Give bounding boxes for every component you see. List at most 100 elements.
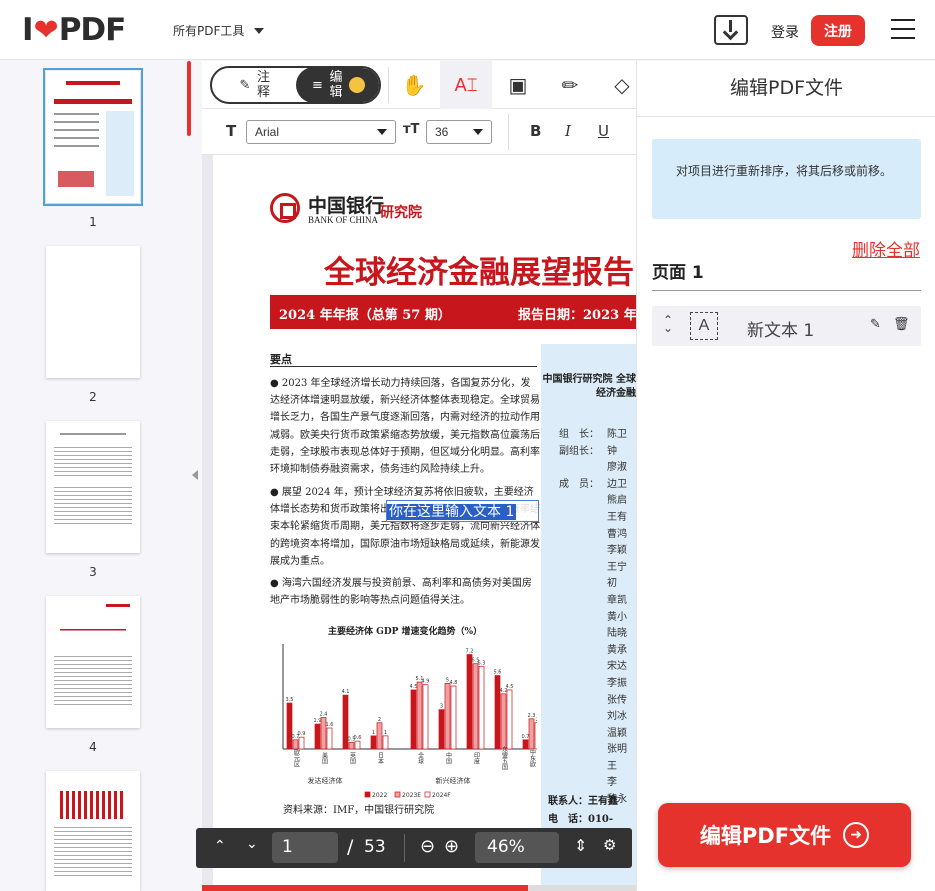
delete-all-link[interactable]: 删除全部 — [852, 236, 920, 261]
chart-bar — [522, 739, 529, 750]
text-lines-icon: ≡ — [312, 77, 323, 93]
chart-bar — [534, 722, 537, 750]
chart-bar — [472, 663, 479, 750]
main-toolbar: ✎ 注释 ≡ 编辑 ✋ A⌶ ▣ ✏ ◇ — [202, 61, 636, 109]
pdf-page[interactable]: 中国银行 BANK OF CHINA 研究院 全球经济金融展望报告 2024 年… — [213, 155, 636, 891]
contact-person: 联系人：王有鑫 — [548, 796, 618, 807]
all-pdf-tools-menu[interactable]: 所有PDF工具 — [173, 22, 265, 39]
bar-value-label: 5.6 — [494, 670, 502, 676]
chart-bar — [478, 665, 485, 750]
legend-swatch — [424, 791, 431, 798]
legend-label: 2023E — [402, 792, 421, 799]
ilovepdf-logo[interactable]: I ❤ PDF — [22, 12, 126, 48]
page-thumbnail-1[interactable] — [43, 68, 143, 206]
edit-item[interactable]: ⌃ ⌄ A 新文本 1 ✎ 🗑 — [652, 306, 921, 346]
team-member: 李 — [607, 777, 617, 789]
team-member: 温颖 — [607, 727, 627, 739]
font-size-select[interactable]: 36 — [426, 120, 492, 144]
trash-icon[interactable]: 🗑 — [893, 317, 910, 332]
category-tick-label: 印度 — [473, 752, 480, 765]
fit-height-icon[interactable]: ⇕ — [574, 836, 587, 855]
team-member: 刘冰 — [607, 711, 627, 723]
prev-page-icon[interactable]: ⌃ — [214, 838, 226, 854]
bar-value-label: 1.9 — [314, 718, 322, 724]
team-member: 黄承 — [607, 644, 627, 656]
register-button[interactable]: 注册 — [811, 15, 865, 46]
zoom-level[interactable]: 46% — [475, 832, 559, 863]
image-icon[interactable]: ▣ — [492, 61, 544, 109]
bar-value-label: 0.7 — [522, 734, 530, 740]
page-thumbnail-5[interactable] — [46, 771, 140, 891]
pencil-icon[interactable]: ✏ — [544, 61, 596, 109]
bold-button[interactable]: B — [530, 122, 541, 140]
underline-button[interactable]: U — [598, 122, 609, 140]
team-role: 组 长： — [559, 429, 599, 440]
bar-value-label: 7.2 — [466, 649, 474, 655]
side-title: 中国银行研究院 全球经济金融 — [542, 374, 636, 399]
chart-bar — [348, 742, 355, 750]
chart-bar — [466, 654, 473, 750]
page-thumbnail-4[interactable] — [46, 596, 140, 728]
mode-toggle[interactable]: ✎ 注释 ≡ 编辑 — [210, 66, 381, 104]
collapse-left-icon[interactable] — [192, 470, 198, 480]
premium-crown-icon — [348, 77, 365, 93]
drag-handle-icon[interactable]: ⌃ ⌄ — [663, 314, 673, 334]
page-navigation-bar: ⌃ ⌄ 1 / 53 ⊖ ⊕ 46% ⇕ ⚙ — [196, 828, 632, 868]
page-thumbnail-3[interactable] — [46, 421, 140, 553]
bar-value-label: 4.5 — [506, 684, 514, 690]
chart-bar — [422, 684, 429, 750]
login-link[interactable]: 登录 — [771, 22, 799, 42]
issue-bar: 2024 年年报（总第 57 期） 报告日期：2023 年 — [270, 295, 636, 329]
page-thumbnail-2[interactable] — [46, 246, 140, 378]
chart-bar — [438, 709, 445, 750]
team-member: 张传 — [607, 694, 627, 706]
category-tick-label: 中国 — [445, 751, 452, 765]
page-settings-icon[interactable]: ⚙ — [603, 836, 616, 854]
zoom-out-icon[interactable]: ⊖ — [420, 836, 435, 857]
zoom-in-icon[interactable]: ⊕ — [444, 836, 459, 857]
boc-chinese-name: 中国银行 — [308, 195, 385, 217]
team-member: 黄小 — [607, 611, 627, 623]
bar-value-label: 4.5 — [410, 684, 418, 690]
bar-value-label: 2 — [378, 717, 381, 723]
font-icon: T — [226, 122, 237, 140]
font-family-select[interactable]: Arial — [246, 120, 396, 144]
chart-bar — [528, 718, 535, 750]
caret-down-icon — [377, 129, 387, 135]
hand-icon[interactable]: ✋ — [388, 61, 440, 109]
caret-down-icon — [473, 129, 483, 135]
document-title: 全球经济金融展望报告 — [324, 255, 634, 291]
inserted-text-box[interactable]: 你在这里输入文本 1 — [386, 500, 539, 522]
edit-pdf-button[interactable]: 编辑PDF文件 ➜ — [658, 803, 911, 867]
thumbnail-scrollbar[interactable] — [187, 61, 191, 136]
add-text-icon[interactable]: A⌶ — [440, 61, 492, 109]
edit-pencil-icon[interactable]: ✎ — [870, 317, 881, 332]
reorder-info: 对项目进行重新排序，将其后移或前移。 — [652, 139, 921, 219]
next-page-icon[interactable]: ⌄ — [246, 836, 258, 852]
team-member: 边卫 — [607, 478, 627, 490]
chart-bar — [292, 739, 299, 750]
chart-bar — [326, 727, 333, 750]
team-member: 宋达 — [607, 661, 627, 673]
bar-value-label: 6.3 — [478, 660, 486, 666]
inserted-text: 你在这里输入文本 1 — [387, 504, 517, 520]
thumbnail-number: 3 — [89, 565, 97, 579]
chart-bar — [410, 689, 417, 750]
team-member: 王 — [607, 760, 617, 772]
desktop-download-icon[interactable] — [714, 15, 748, 45]
page-group-header: 页面 1 — [652, 263, 704, 283]
team-member: 钟 — [607, 445, 617, 457]
page-total: 53 — [364, 837, 386, 857]
chart-bar — [314, 723, 321, 750]
edit-mode-button[interactable]: ≡ 编辑 — [296, 68, 379, 102]
font-size-value: 36 — [435, 125, 449, 139]
annotate-mode-button[interactable]: ✎ 注释 — [212, 68, 298, 102]
team-member: 李颖 — [607, 545, 627, 557]
legend-swatch — [364, 791, 371, 798]
hamburger-menu-icon[interactable] — [891, 19, 915, 39]
top-bar: I ❤ PDF 所有PDF工具 登录 注册 — [0, 0, 935, 60]
page-number-input[interactable]: 1 — [272, 832, 338, 863]
category-tick-label: 日本 — [377, 752, 384, 765]
italic-button[interactable]: I — [565, 122, 571, 140]
font-size-icon: ᴛT — [403, 122, 420, 137]
